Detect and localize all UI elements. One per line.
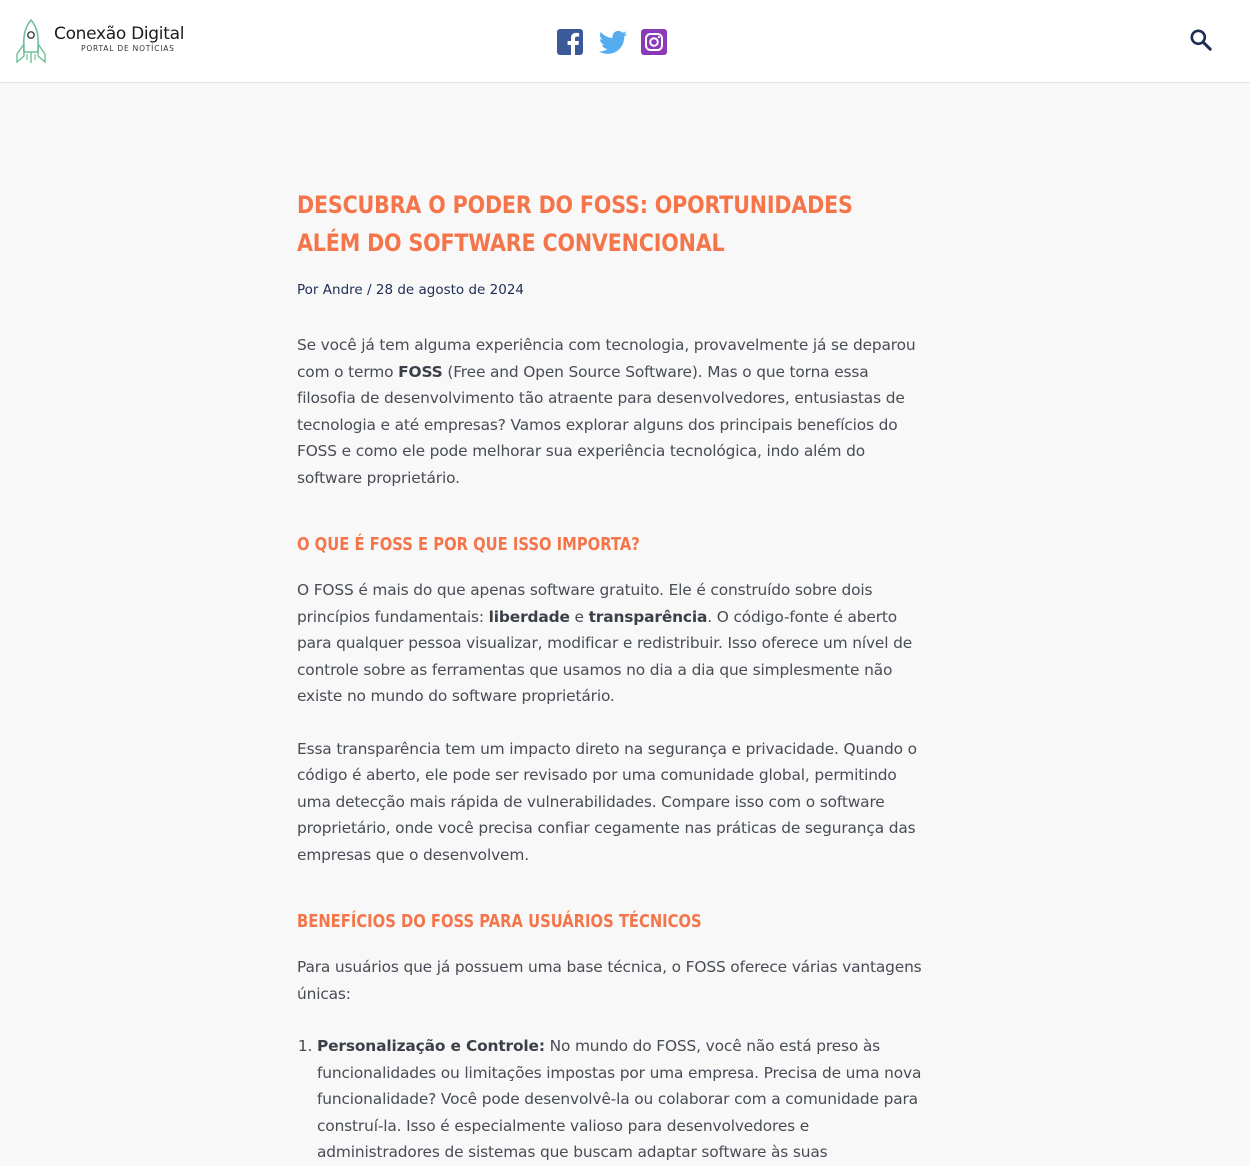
- site-name: Conexão Digital: [54, 24, 185, 44]
- site-header: Conexão Digital PORTAL DE NOTÍCIAS: [0, 0, 1250, 83]
- benefits-list: Personalização e Controle: No mundo do F…: [297, 1033, 927, 1166]
- facebook-link[interactable]: [556, 28, 584, 56]
- section2-paragraph-1: Para usuários que já possuem uma base té…: [297, 958, 922, 1003]
- site-logo[interactable]: Conexão Digital PORTAL DE NOTÍCIAS: [14, 18, 184, 64]
- foss-term: FOSS: [398, 362, 443, 381]
- facebook-icon: [557, 29, 583, 55]
- section-heading-benefits: Benefícios do FOSS para usuários técnico…: [297, 911, 702, 932]
- list-item: Personalização e Controle: No mundo do F…: [317, 1033, 927, 1166]
- article-meta: Por Andre / 28 de agosto de 2024: [297, 282, 927, 298]
- author-link[interactable]: Andre: [323, 282, 363, 298]
- article: Descubra o poder do FOSS: Oportunidades …: [297, 186, 927, 1166]
- article-title: Descubra o poder do FOSS: Oportunidades …: [297, 191, 853, 257]
- social-links: [556, 28, 668, 56]
- meta-separator: /: [367, 282, 372, 298]
- search-button[interactable]: [1188, 27, 1214, 53]
- twitter-link[interactable]: [598, 28, 627, 56]
- intro-paragraph: Se você já tem alguma experiência com te…: [297, 336, 916, 487]
- section-heading-what-is-foss: O que é FOSS e por que isso importa?: [297, 534, 640, 555]
- search-icon: [1190, 29, 1212, 51]
- site-tagline: PORTAL DE NOTÍCIAS: [81, 44, 175, 53]
- twitter-icon: [598, 30, 627, 54]
- bold-liberdade: liberdade: [488, 607, 570, 626]
- meta-by: Por: [297, 282, 319, 298]
- instagram-icon: [641, 29, 667, 55]
- rocket-logo-icon: [16, 18, 46, 64]
- bold-transparencia: transparência: [588, 607, 708, 626]
- instagram-link[interactable]: [640, 28, 668, 56]
- section1-paragraph-2: Essa transparência tem um impacto direto…: [297, 739, 917, 864]
- publish-date: 28 de agosto de 2024: [375, 282, 524, 298]
- section1-paragraph-1: O FOSS é mais do que apenas software gra…: [297, 581, 913, 705]
